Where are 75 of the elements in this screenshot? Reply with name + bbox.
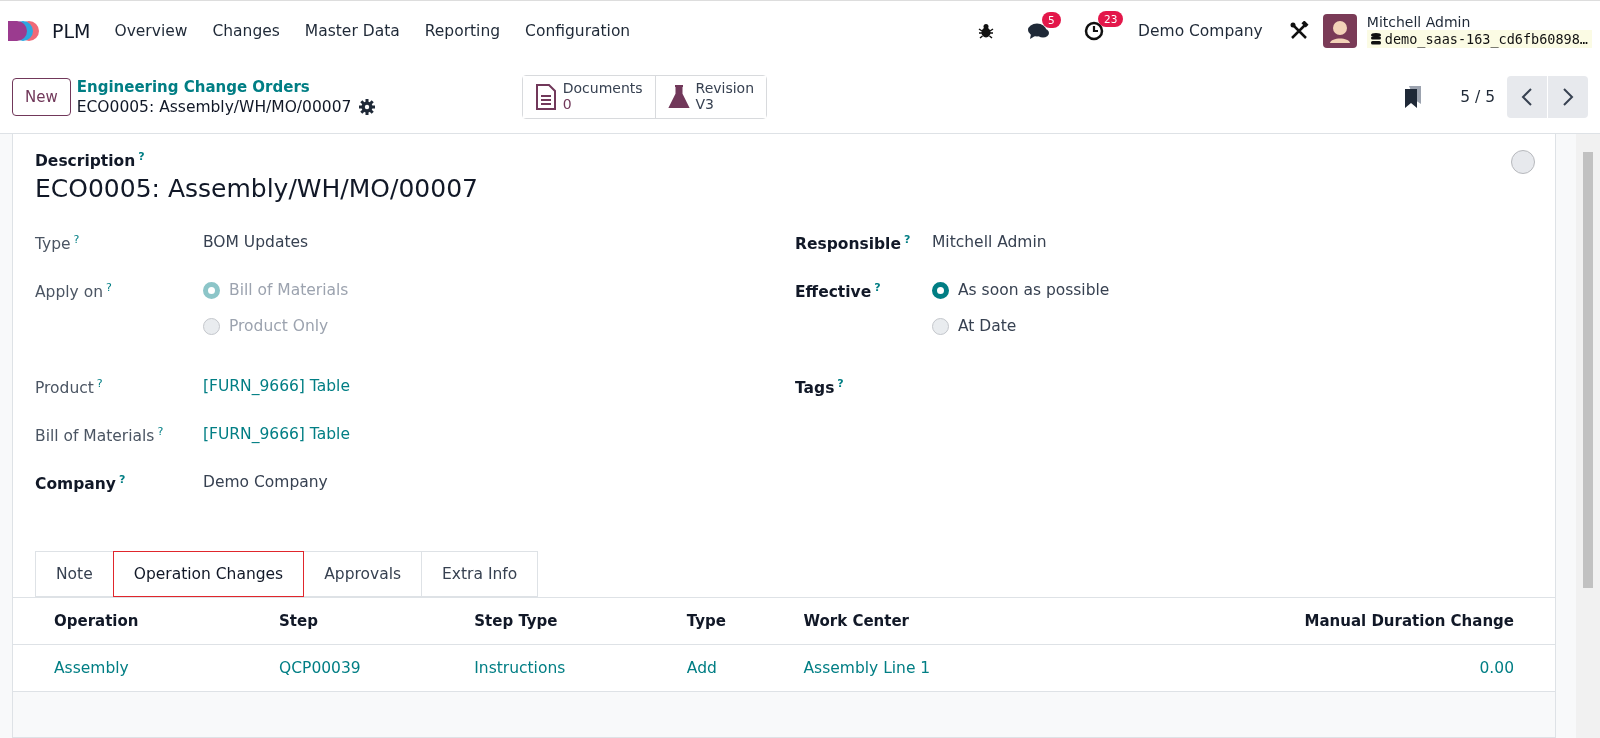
field-value: Mitchell Admin — [932, 233, 1048, 252]
app-logo-icon[interactable] — [8, 19, 40, 42]
menu-item[interactable]: Reporting — [424, 21, 501, 40]
notification-badge: 5 — [1042, 11, 1061, 28]
field-label: Effective $^{?}$ — [795, 281, 882, 302]
table-cell[interactable]: 0.00 — [1070, 644, 1555, 692]
database-icon — [1370, 32, 1381, 45]
menu-item[interactable]: Overview — [114, 21, 188, 40]
column-header[interactable]: Type — [674, 597, 792, 645]
table-cell[interactable]: Instructions — [462, 644, 675, 692]
field-label: Company $^{?}$ — [35, 473, 127, 494]
database-name: demo_saas-163_cd6fb60898… — [1366, 29, 1592, 48]
help-tooltip-icon[interactable]: ? — [157, 425, 164, 439]
help-tooltip-icon[interactable]: ? — [96, 377, 103, 391]
menu-item[interactable]: Configuration — [525, 21, 631, 40]
column-header[interactable]: Manual Duration Change — [1070, 597, 1555, 645]
table-cell[interactable]: Add — [674, 644, 792, 692]
field-label: Description $^{?}$ — [35, 152, 145, 171]
clock-icon[interactable] — [1084, 20, 1105, 41]
field-value: Demo Company — [203, 473, 329, 492]
smart-button[interactable]: Revision V3 — [654, 75, 767, 118]
user-avatar[interactable] — [1322, 13, 1357, 48]
settings-icon[interactable] — [359, 98, 376, 115]
column-header[interactable]: Operation — [13, 597, 267, 645]
field-link[interactable]: [FURN_9666] Table — [203, 425, 795, 444]
table-cell[interactable]: QCP00039 — [267, 644, 463, 692]
app-name[interactable]: PLM — [52, 19, 91, 42]
menu-item[interactable]: Master Data — [304, 21, 400, 40]
bookmark-icon[interactable] — [1404, 85, 1423, 108]
radio-option[interactable]: As soon as possible — [932, 281, 1533, 300]
notebook-tab[interactable]: Note — [35, 551, 114, 598]
help-tooltip-icon[interactable]: ? — [73, 233, 80, 247]
radio-button[interactable] — [932, 281, 949, 299]
help-tooltip-icon[interactable]: ? — [903, 233, 911, 247]
chevron-right-icon — [1562, 87, 1574, 106]
notebook-tab[interactable]: Operation Changes — [112, 551, 305, 598]
field-label: Bill of Materials $^{?}$ — [35, 425, 165, 446]
help-tooltip-icon[interactable]: ? — [138, 150, 145, 163]
field-label: Product $^{?}$ — [35, 377, 104, 398]
record-title: ECO0005: Assembly/WH/MO/00007 — [76, 97, 352, 116]
column-header[interactable]: Step Type — [462, 597, 675, 645]
field-label: Tags $^{?}$ — [795, 377, 845, 398]
previous-button[interactable] — [1507, 75, 1547, 118]
notebook-tab[interactable]: Extra Info — [421, 551, 539, 598]
tools-icon[interactable] — [1288, 20, 1309, 41]
bug-icon[interactable] — [978, 22, 995, 39]
table-cell[interactable]: Assembly Line 1 — [791, 644, 1070, 692]
field-label: Responsible $^{?}$ — [795, 233, 912, 254]
flask-icon — [667, 84, 690, 109]
help-tooltip-icon[interactable]: ? — [118, 473, 126, 487]
radio-option[interactable]: At Date — [932, 317, 1533, 336]
document-icon — [534, 83, 557, 110]
field-label: Apply on $^{?}$ — [35, 281, 113, 302]
new-button[interactable]: New — [12, 77, 71, 116]
table-cell[interactable]: Assembly — [13, 644, 267, 692]
chat-bubbles-icon[interactable] — [1028, 21, 1051, 40]
scrollbar[interactable] — [1576, 134, 1600, 738]
radio-button[interactable] — [932, 317, 949, 335]
field-label: Type $^{?}$ — [35, 233, 81, 254]
field-link[interactable]: [FURN_9666] Table — [203, 377, 795, 396]
breadcrumb-link[interactable]: Engineering Change Orders — [76, 77, 522, 96]
column-header[interactable]: Work Center — [791, 597, 1070, 645]
user-name[interactable]: Mitchell Admin — [1366, 13, 1592, 30]
help-tooltip-icon[interactable]: ? — [874, 281, 881, 295]
menu-item[interactable]: Changes — [212, 21, 280, 40]
company-switcher[interactable]: Demo Company — [1138, 21, 1263, 40]
pager-value[interactable]: 5 / 5 — [1460, 87, 1495, 106]
column-header[interactable]: Step — [267, 597, 463, 645]
chevron-left-icon — [1521, 87, 1533, 106]
notebook-tab[interactable]: Approvals — [303, 551, 423, 598]
notification-badge: 23 — [1098, 10, 1124, 27]
record-heading: ECO0005: Assembly/WH/MO/00007 — [35, 174, 479, 204]
next-button[interactable] — [1548, 75, 1588, 118]
field-value: BOM Updates — [203, 233, 310, 252]
help-tooltip-icon[interactable]: ? — [837, 377, 844, 391]
